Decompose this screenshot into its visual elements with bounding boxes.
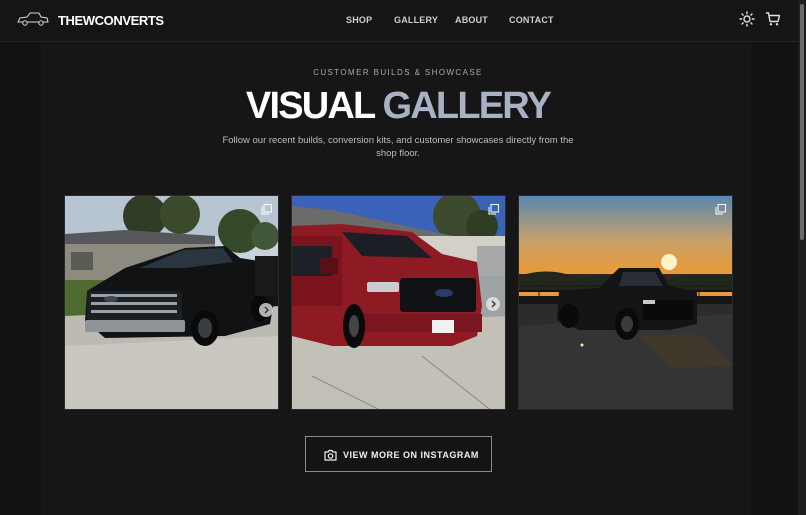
view-instagram-label: VIEW MORE ON INSTAGRAM <box>343 450 479 460</box>
gallery-item-2[interactable] <box>291 195 506 410</box>
sun-icon[interactable] <box>739 11 755 27</box>
camera-icon <box>324 449 337 461</box>
gallery-item-3[interactable] <box>518 195 733 410</box>
view-instagram-button[interactable]: VIEW MORE ON INSTAGRAM <box>305 436 492 472</box>
site-header: THEWCONVERTS SHOP GALLERY ABOUT CONTACT <box>0 0 800 42</box>
gallery-image-3 <box>519 196 732 409</box>
gallery-image-2 <box>292 196 505 409</box>
section-description: Follow our recent builds, conversion kit… <box>222 135 574 159</box>
truck-logo-icon[interactable] <box>17 12 49 26</box>
next-image-button[interactable] <box>486 297 500 311</box>
gallery-image-1 <box>65 196 278 409</box>
title-word-gallery: GALLERY <box>382 85 552 127</box>
chevron-right-icon <box>491 300 496 308</box>
nav-about[interactable]: ABOUT <box>455 15 488 25</box>
next-image-button[interactable] <box>259 303 273 317</box>
multiple-images-icon <box>488 204 499 215</box>
multiple-images-icon <box>715 204 726 215</box>
nav-shop[interactable]: SHOP <box>346 15 372 25</box>
section-eyebrow: CUSTOMER BUILDS & SHOWCASE <box>313 68 483 77</box>
multiple-images-icon <box>261 204 272 215</box>
scrollbar-thumb[interactable] <box>800 4 804 240</box>
gallery-item-1[interactable] <box>64 195 279 410</box>
nav-contact[interactable]: CONTACT <box>509 15 554 25</box>
title-word-visual: VISUAL <box>245 85 376 127</box>
page-title: VISUAL GALLERY <box>0 84 796 128</box>
brand-name[interactable]: THEWCONVERTS <box>58 13 164 28</box>
cart-icon[interactable] <box>765 11 781 27</box>
chevron-right-icon <box>264 306 269 314</box>
nav-gallery[interactable]: GALLERY <box>394 15 438 25</box>
